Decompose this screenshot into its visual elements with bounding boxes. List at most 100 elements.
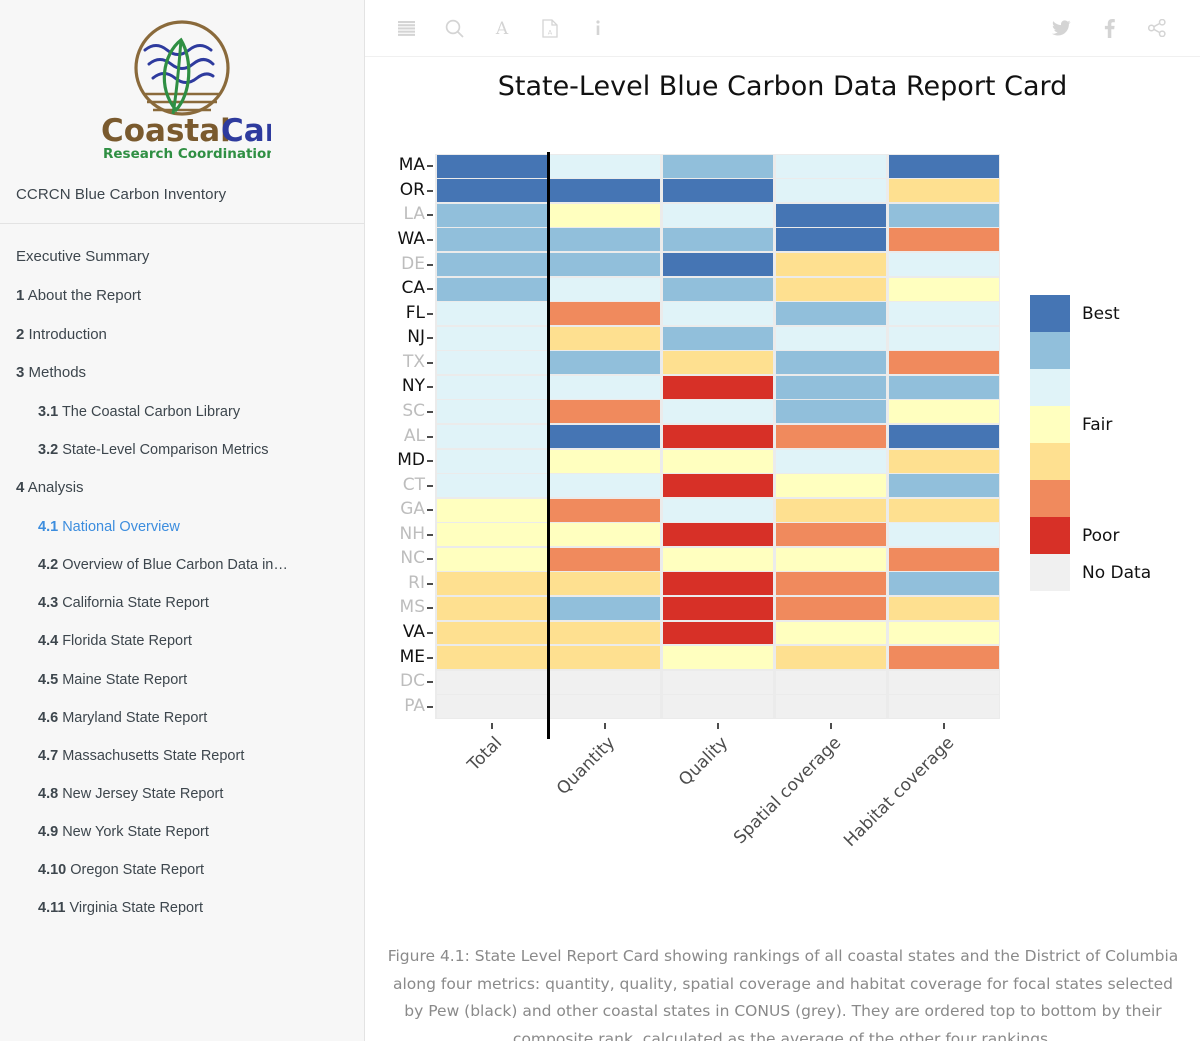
- sidebar-item-methods[interactable]: 3 Methods: [0, 354, 364, 393]
- heatmap-cell: [549, 670, 660, 694]
- heatmap-cell: [888, 228, 999, 252]
- heatmap-cell: [888, 596, 999, 620]
- heatmap-cell: [549, 695, 660, 719]
- sidebar-item-florida-state-report[interactable]: 4.4 Florida State Report: [0, 622, 364, 660]
- share-icon[interactable]: [1144, 15, 1170, 41]
- y-axis-tick-label: RI: [408, 572, 425, 593]
- y-axis-tick-label: NJ: [407, 327, 425, 348]
- y-axis-tick-label: WA: [397, 228, 425, 249]
- heatmap-cell: [549, 572, 660, 596]
- legend-swatch: [1030, 332, 1070, 369]
- y-axis-tick-label: MA: [398, 155, 425, 176]
- sidebar-item-maryland-state-report[interactable]: 4.6 Maryland State Report: [0, 699, 364, 737]
- heatmap-cell: [888, 326, 999, 350]
- toc-item-label: Maryland State Report: [62, 709, 208, 726]
- sidebar-item-executive-summary[interactable]: Executive Summary: [0, 238, 364, 277]
- heatmap-cell: [436, 670, 547, 694]
- toc-item-number: 3.2: [38, 442, 59, 459]
- heatmap-cell: [888, 400, 999, 424]
- sidebar-item-maine-state-report[interactable]: 4.5 Maine State Report: [0, 661, 364, 699]
- y-axis-tick: [427, 214, 433, 217]
- app-root: Coastal Carbon Research Coordination Net…: [0, 0, 1200, 1041]
- heatmap-cell: [549, 179, 660, 203]
- heatmap-cell: [436, 596, 547, 620]
- toolbar-right-group: [1048, 15, 1170, 41]
- heatmap-cell: [888, 670, 999, 694]
- heatmap-cell: [775, 523, 886, 547]
- heatmap-cell: [436, 474, 547, 498]
- sidebar-item-overview-of-blue-carbon-data-in[interactable]: 4.2 Overview of Blue Carbon Data in…: [0, 546, 364, 584]
- y-axis-tick: [427, 558, 433, 561]
- facebook-icon[interactable]: [1096, 15, 1122, 41]
- legend-label-poor: Poor: [1082, 525, 1120, 546]
- heatmap-cell: [888, 425, 999, 448]
- heatmap-cell: [662, 400, 773, 424]
- heatmap-cell: [888, 375, 999, 399]
- toc-item-number: 4.7: [38, 747, 59, 764]
- y-axis-tick: [427, 460, 433, 463]
- heatmap-cell: [662, 670, 773, 694]
- book-title[interactable]: CCRCN Blue Carbon Inventory: [0, 168, 364, 223]
- y-axis-tick: [427, 484, 433, 487]
- y-axis-tick: [427, 238, 433, 241]
- toc-item-label: Methods: [28, 364, 87, 382]
- toc-item-number: 1: [16, 286, 25, 304]
- sidebar-item-state-level-comparison-metrics[interactable]: 3.2 State-Level Comparison Metrics: [0, 431, 364, 469]
- heatmap-cell: [436, 375, 547, 399]
- toc-item-number: 4.8: [38, 785, 59, 802]
- heatmap-cell: [775, 302, 886, 326]
- sidebar-item-the-coastal-carbon-library[interactable]: 3.1 The Coastal Carbon Library: [0, 393, 364, 431]
- heatmap-cell: [888, 695, 999, 719]
- heatmap-cell: [549, 203, 660, 227]
- sidebar-item-analysis[interactable]: 4 Analysis: [0, 469, 364, 508]
- toc-item-number: 4.9: [38, 824, 59, 840]
- toc-item-label: The Coastal Carbon Library: [61, 404, 241, 420]
- pdf-icon[interactable]: A: [537, 15, 563, 41]
- toc-item-label: State-Level Comparison Metrics: [62, 442, 269, 459]
- y-axis-tick-label: DC: [400, 671, 425, 692]
- heatmap-cell: [436, 154, 547, 178]
- toc-item-label: California State Report: [62, 595, 209, 612]
- toc-item-label: National Overview: [62, 519, 180, 535]
- info-icon[interactable]: [585, 15, 611, 41]
- y-axis-tick-label: DE: [401, 253, 425, 274]
- heatmap-cell: [549, 547, 660, 571]
- heatmap-cell: [888, 621, 999, 645]
- toc-item-number: 4.3: [38, 595, 59, 612]
- sidebar-item-virginia-state-report[interactable]: 4.11 Virginia State Report: [0, 889, 364, 927]
- logo-text-coastal: Coastal: [101, 113, 231, 149]
- y-axis-tick-label: CA: [401, 278, 426, 299]
- legend-swatch: [1030, 443, 1070, 480]
- heatmap-cell: [436, 646, 547, 670]
- site-logo[interactable]: Coastal Carbon Research Coordination Net…: [0, 0, 364, 168]
- sidebar-item-about-the-report[interactable]: 1 About the Report: [0, 277, 364, 316]
- sidebar-item-california-state-report[interactable]: 4.3 California State Report: [0, 584, 364, 622]
- heatmap-cell: [436, 621, 547, 645]
- font-icon[interactable]: A: [489, 15, 515, 41]
- heatmap-cell: [775, 572, 886, 596]
- heatmap-cell: [775, 277, 886, 301]
- y-axis-tick: [427, 533, 433, 536]
- sidebar-item-new-york-state-report[interactable]: 4.9 New York State Report: [0, 813, 364, 851]
- menu-icon[interactable]: [393, 15, 419, 41]
- heatmap-cell: [549, 154, 660, 178]
- sidebar-item-oregon-state-report[interactable]: 4.10 Oregon State Report: [0, 851, 364, 889]
- sidebar-item-massachusetts-state-report[interactable]: 4.7 Massachusetts State Report: [0, 737, 364, 775]
- y-axis-tick: [427, 656, 433, 659]
- search-icon[interactable]: [441, 15, 467, 41]
- y-axis-tick: [427, 263, 433, 266]
- sidebar-item-new-jersey-state-report[interactable]: 4.8 New Jersey State Report: [0, 775, 364, 813]
- y-axis-tick-label: VA: [402, 622, 425, 643]
- heatmap-cell: [436, 449, 547, 473]
- toc-item-number: 4.10: [38, 862, 67, 879]
- sidebar-item-introduction[interactable]: 2 Introduction: [0, 316, 364, 355]
- heatmap-cell: [775, 695, 886, 719]
- main-content: A A State-Level Blue Carbon Data Report …: [365, 0, 1200, 1041]
- legend-swatch: [1030, 406, 1070, 443]
- sidebar-item-national-overview[interactable]: 4.1 National Overview: [0, 508, 364, 546]
- x-axis-tick: [490, 723, 493, 729]
- y-axis-tick-label: PA: [404, 695, 425, 716]
- twitter-icon[interactable]: [1048, 15, 1074, 41]
- toc-item-number: 3: [16, 364, 25, 382]
- heatmap-cell: [775, 154, 886, 178]
